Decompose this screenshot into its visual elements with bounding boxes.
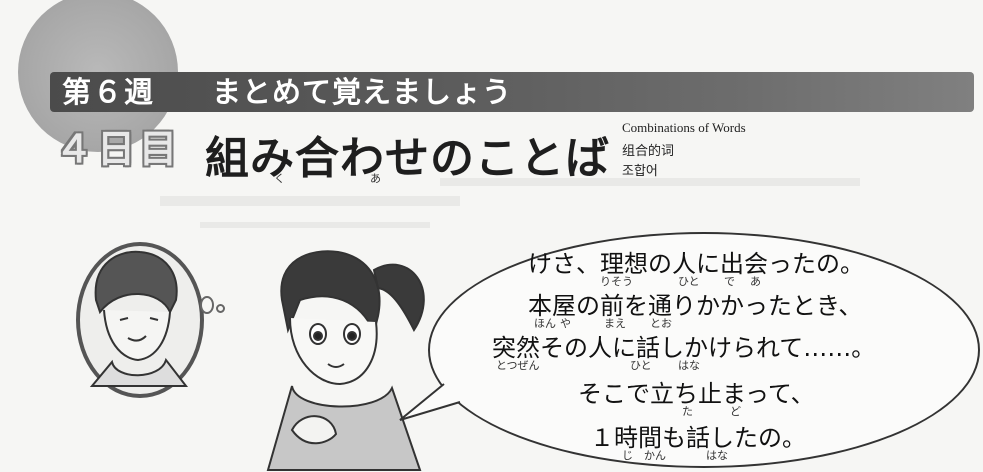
speech-ruby: かん xyxy=(644,449,666,462)
speech-tail xyxy=(399,383,461,421)
speech-ruby: ひと xyxy=(630,359,652,372)
speech-ruby: はな xyxy=(706,449,728,462)
speech-ruby: とつぜん xyxy=(496,359,540,372)
speech-line: そこで立ち止まって、 xyxy=(578,380,815,408)
speech-ruby: ど xyxy=(730,405,741,418)
page: 第６週 まとめて覚えましょう ４日目 組み合わせのことば く あ Combina… xyxy=(0,0,983,472)
speech-ruby: はな xyxy=(678,359,700,372)
speech-ruby: じ xyxy=(622,449,633,462)
speech-ruby: た xyxy=(682,405,693,418)
speech-line: 本屋の前を通りかかったとき、 xyxy=(528,292,863,320)
